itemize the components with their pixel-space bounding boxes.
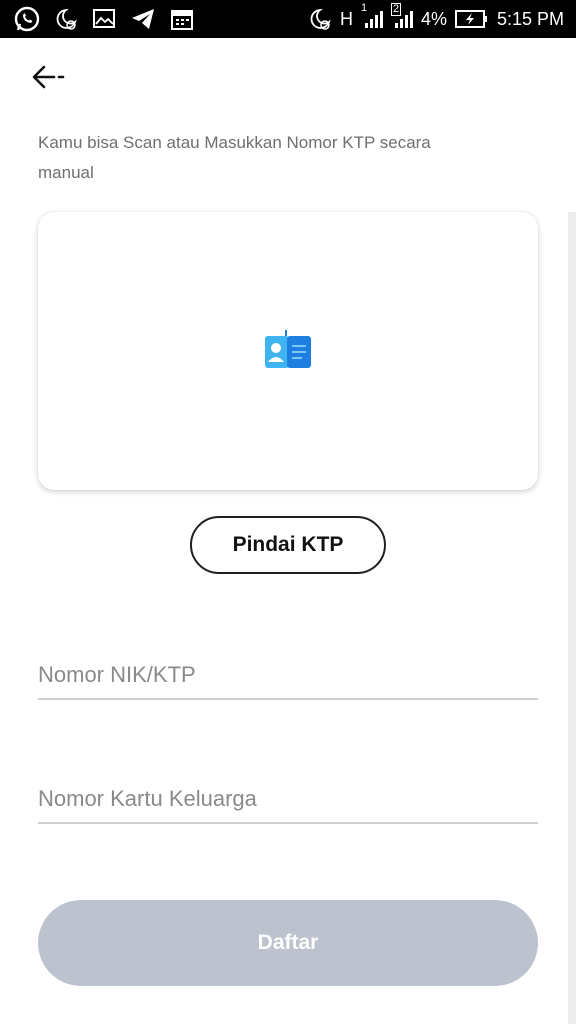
network-h-icon: H <box>339 9 353 29</box>
battery-percent: 4% <box>420 9 447 29</box>
sim1-label: 1 <box>360 2 368 14</box>
clock: 5:15 PM <box>496 9 564 29</box>
status-bar: H 1 2 4% 5:15 PM <box>0 0 576 38</box>
calendar-icon <box>170 7 194 31</box>
signal-icon: 1 <box>361 3 383 29</box>
whatsapp-icon <box>14 6 40 32</box>
signal-icon: 2 <box>390 3 413 29</box>
ktp-scan-area[interactable] <box>38 212 538 490</box>
back-button[interactable] <box>30 60 76 98</box>
scroll-track <box>568 212 576 1024</box>
sim2-label: 2 <box>390 3 402 16</box>
id-card-icon <box>264 326 312 375</box>
system-status: H 1 2 4% 5:15 PM <box>308 0 564 38</box>
nik-input[interactable] <box>38 652 538 700</box>
instruction-text: Kamu bisa Scan atau Masukkan Nomor KTP s… <box>38 133 431 182</box>
back-arrow-icon <box>30 63 70 96</box>
moon-alarm-icon <box>308 7 332 31</box>
family-card-input[interactable] <box>38 776 538 824</box>
battery-charging-icon <box>454 9 489 29</box>
telegram-icon <box>130 7 156 31</box>
gallery-icon <box>92 8 116 30</box>
notification-icons <box>14 6 194 32</box>
register-button[interactable]: Daftar <box>38 900 538 986</box>
moon-alarm-icon <box>54 7 78 31</box>
scan-ktp-button[interactable]: Pindai KTP <box>190 516 386 574</box>
